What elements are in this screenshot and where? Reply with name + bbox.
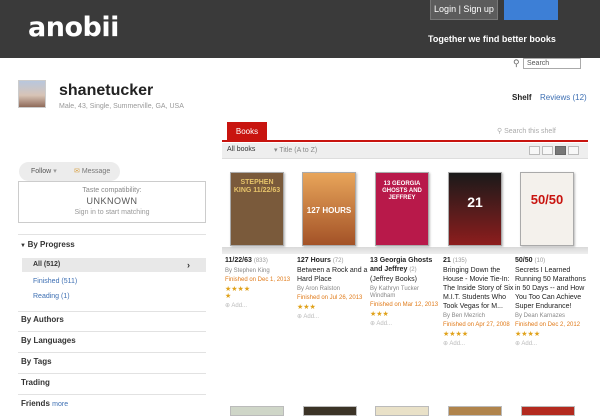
add-button[interactable]: ⊕ Add... xyxy=(297,313,369,320)
profile-username: shanetucker xyxy=(59,82,154,99)
book-title[interactable]: 21 (135) Bringing Down the House - Movie … xyxy=(443,256,515,311)
book-finished-date: Finished on Dec 1, 2013 xyxy=(225,277,291,283)
add-button[interactable]: ⊕ Add... xyxy=(443,340,515,347)
follow-message-bar: Follow ▾ ✉ Message xyxy=(19,162,120,181)
sidebar-friends[interactable]: Friends more xyxy=(21,399,68,408)
star-rating: ★★★ xyxy=(370,311,389,318)
follow-button[interactable]: Follow ▾ xyxy=(31,167,57,175)
sidebar-by-authors[interactable]: By Authors xyxy=(21,315,64,324)
progress-item-all[interactable]: All (512) › xyxy=(22,258,206,272)
progress-item-finished[interactable]: Finished (511) xyxy=(22,275,206,289)
star-rating: ★★★★ xyxy=(443,331,469,338)
all-books-filter[interactable]: All books xyxy=(227,146,255,153)
book-card[interactable]: 13 GEORGIA GHOSTS AND JEFFREY 13 Georgia… xyxy=(370,172,442,327)
tab-underline xyxy=(222,140,588,142)
book-author[interactable]: By Aron Ralston xyxy=(297,286,369,293)
book-title[interactable]: 11/22/63 (833) xyxy=(225,256,297,266)
view-large-button[interactable] xyxy=(568,146,579,155)
shelf-filter-bar: All books ▾ Title (A to Z) xyxy=(222,143,588,159)
join-button[interactable] xyxy=(504,0,558,20)
friends-more-link[interactable]: more xyxy=(52,401,68,408)
tab-books[interactable]: Books xyxy=(227,122,267,141)
book-cover[interactable]: STEPHEN KING 11/22/63 xyxy=(230,172,284,246)
book-card[interactable]: 21 21 (135) Bringing Down the House - Mov… xyxy=(443,172,515,347)
envelope-icon: ✉ xyxy=(74,168,82,175)
book-card[interactable]: 127 HOURS 127 Hours (72) Between a Rock a… xyxy=(297,172,369,320)
taste-signin-link[interactable]: Sign in to start matching xyxy=(19,209,205,216)
book-cover[interactable]: 13 GEORGIA GHOSTS AND JEFFREY xyxy=(375,172,429,246)
shelf-search-input[interactable]: ⚲ Search this shelf xyxy=(497,127,556,135)
avatar[interactable] xyxy=(18,80,46,108)
sidebar-by-languages[interactable]: By Languages xyxy=(21,336,76,345)
add-button[interactable]: ⊕ Add... xyxy=(225,302,297,309)
by-progress-header[interactable]: ▼ By Progress xyxy=(20,240,75,249)
sidebar-trading[interactable]: Trading xyxy=(21,378,50,387)
star-rating: ★★★★ xyxy=(515,331,541,338)
book-author[interactable]: By Dean Karnazes xyxy=(515,313,587,320)
progress-item-reading[interactable]: Reading (1) xyxy=(22,290,206,304)
book-author[interactable]: By Kathryn Tucker Windham xyxy=(370,286,442,300)
add-button[interactable]: ⊕ Add... xyxy=(515,340,587,347)
tab-reviews[interactable]: Reviews (12) xyxy=(540,93,587,102)
star-rating: ★★★★ ★ xyxy=(225,286,251,300)
top-header: anobii Login | Sign up Together we find … xyxy=(0,0,600,58)
search-input[interactable]: Search xyxy=(523,58,581,69)
login-signup-button[interactable]: Login | Sign up xyxy=(430,0,498,20)
book-finished-date: Finished on Apr 27, 2008 xyxy=(443,322,510,328)
tagline: Together we find better books xyxy=(428,34,556,44)
divider xyxy=(18,311,206,312)
book-finished-date: Finished on Mar 12, 2013 xyxy=(370,302,439,308)
divider xyxy=(18,394,206,395)
search-icon: ⚲ xyxy=(513,58,520,68)
triangle-down-icon: ▼ xyxy=(20,243,28,249)
book-finished-date: Finished on Jul 26, 2013 xyxy=(297,295,363,301)
tab-shelf[interactable]: Shelf xyxy=(512,93,532,102)
divider xyxy=(18,331,206,332)
view-list-button[interactable] xyxy=(529,146,540,155)
divider xyxy=(18,234,206,235)
book-author[interactable]: By Stephen King xyxy=(225,268,297,275)
book-title[interactable]: 50/50 (10) Secrets I Learned Running 50 M… xyxy=(515,256,587,311)
taste-label: Taste compatibility: xyxy=(82,187,142,194)
divider xyxy=(18,373,206,374)
book-finished-date: Finished on Dec 2, 2012 xyxy=(515,322,581,328)
book-title[interactable]: 127 Hours (72) Between a Rock and a Hard … xyxy=(297,256,369,284)
view-compact-button[interactable] xyxy=(542,146,553,155)
add-button[interactable]: ⊕ Add... xyxy=(370,320,442,327)
profile-meta: Male, 43, Single, Summerville, GA, USA xyxy=(59,103,184,110)
book-title[interactable]: 13 Georgia Ghosts and Jeffrey (2) (Jeffre… xyxy=(370,256,442,284)
chevron-right-icon: › xyxy=(187,260,190,270)
book-card[interactable]: STEPHEN KING 11/22/63 11/22/63 (833) By … xyxy=(225,172,297,309)
book-cover[interactable]: 50/50 xyxy=(520,172,574,246)
taste-compatibility-box: Taste compatibility: UNKNOWN Sign in to … xyxy=(18,181,206,223)
star-rating: ★★★ xyxy=(297,304,316,311)
anobii-logo[interactable]: anobii xyxy=(28,12,119,43)
book-card[interactable]: 50/50 50/50 (10) Secrets I Learned Runnin… xyxy=(515,172,587,347)
view-grid-button[interactable] xyxy=(555,146,566,155)
book-author[interactable]: By Ben Mezrich xyxy=(443,313,515,320)
book-cover[interactable]: 21 xyxy=(448,172,502,246)
book-cover[interactable]: 127 HOURS xyxy=(302,172,356,246)
message-button[interactable]: ✉ Message xyxy=(74,167,110,175)
sidebar-by-tags[interactable]: By Tags xyxy=(21,357,52,366)
sort-dropdown[interactable]: ▾ Title (A to Z) xyxy=(274,146,317,154)
taste-value: UNKNOWN xyxy=(86,196,138,206)
divider xyxy=(18,352,206,353)
